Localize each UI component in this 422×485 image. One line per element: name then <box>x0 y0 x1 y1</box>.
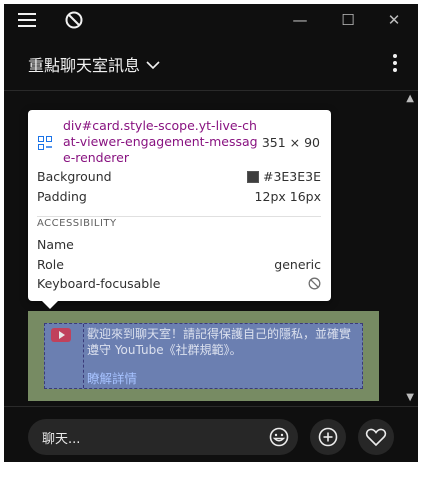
hamburger-icon[interactable] <box>16 4 38 36</box>
heart-icon <box>365 428 387 447</box>
close-window-button[interactable]: ✕ <box>374 4 414 36</box>
element-selector: div#card.style-scope.yt-live-chat-viewer… <box>63 118 258 165</box>
emoji-icon[interactable] <box>269 427 289 447</box>
chat-message-list: ▲ div#card.style-scope.yt-live-chat-view… <box>4 91 418 405</box>
background-label: Background <box>37 169 112 184</box>
focusable-row: Keyboard-focusable <box>37 276 321 291</box>
minimize-button[interactable]: — <box>280 4 320 36</box>
background-value: #3E3E3E <box>262 169 321 184</box>
background-row: Background #3E3E3E <box>37 169 321 184</box>
engagement-message-card: 歡迎來到聊天室！請記得保護自己的隱私，並確實遵守 YouTube《社群規範》。 … <box>28 311 379 401</box>
youtube-logo-icon <box>51 328 71 342</box>
plus-circle-icon <box>318 427 338 447</box>
role-label: Role <box>37 257 64 272</box>
padding-label: Padding <box>37 189 87 204</box>
color-swatch <box>246 170 259 183</box>
tooltip-arrow <box>42 301 58 309</box>
card-content-area: 歡迎來到聊天室！請記得保護自己的隱私，並確實遵守 YouTube《社群規範》。 … <box>44 323 363 389</box>
tooltip-divider <box>37 216 321 217</box>
chat-input-placeholder: 聊天... <box>42 431 81 447</box>
circle-slash-icon[interactable] <box>62 4 86 36</box>
maximize-button[interactable]: ☐ <box>328 4 368 36</box>
focusable-label: Keyboard-focusable <box>37 276 161 291</box>
accessibility-section-title: ACCESSIBILITY <box>37 218 117 229</box>
card-avatar <box>45 324 84 388</box>
chat-header: 重點聊天室訊息 <box>4 36 418 91</box>
scroll-down-arrow-icon[interactable]: ▼ <box>406 392 414 403</box>
heart-button[interactable] <box>358 419 394 455</box>
scroll-up-arrow-icon[interactable]: ▲ <box>406 93 414 104</box>
chat-mode-title: 重點聊天室訊息 <box>28 56 141 75</box>
chevron-down-icon <box>146 55 160 74</box>
name-row: Name <box>37 237 321 252</box>
welcome-message: 歡迎來到聊天室！請記得保護自己的隱私，並確實遵守 YouTube《社群規範》。 <box>87 327 352 357</box>
not-focusable-icon <box>308 277 321 290</box>
add-button[interactable] <box>310 419 346 455</box>
more-options-icon[interactable] <box>392 54 398 74</box>
learn-more-link[interactable]: 瞭解詳情 <box>87 368 137 387</box>
title-bar: — ☐ ✕ <box>4 4 418 36</box>
padding-value: 12px 16px <box>254 189 321 204</box>
element-node-icon <box>38 136 52 150</box>
devtools-inspect-tooltip: div#card.style-scope.yt-live-chat-viewer… <box>28 110 331 309</box>
chat-window: — ☐ ✕ 重點聊天室訊息 ▲ div#card.style-scope.yt-… <box>4 4 418 462</box>
padding-row: Padding 12px 16px <box>37 189 321 204</box>
role-row: Role generic <box>37 257 321 272</box>
chat-input-bar: 聊天... <box>4 406 418 462</box>
role-value: generic <box>274 257 321 272</box>
chat-mode-dropdown[interactable]: 重點聊天室訊息 <box>28 52 160 76</box>
element-size: 351 × 90 <box>261 135 320 150</box>
chat-input[interactable]: 聊天... <box>28 419 298 455</box>
name-label: Name <box>37 237 74 252</box>
